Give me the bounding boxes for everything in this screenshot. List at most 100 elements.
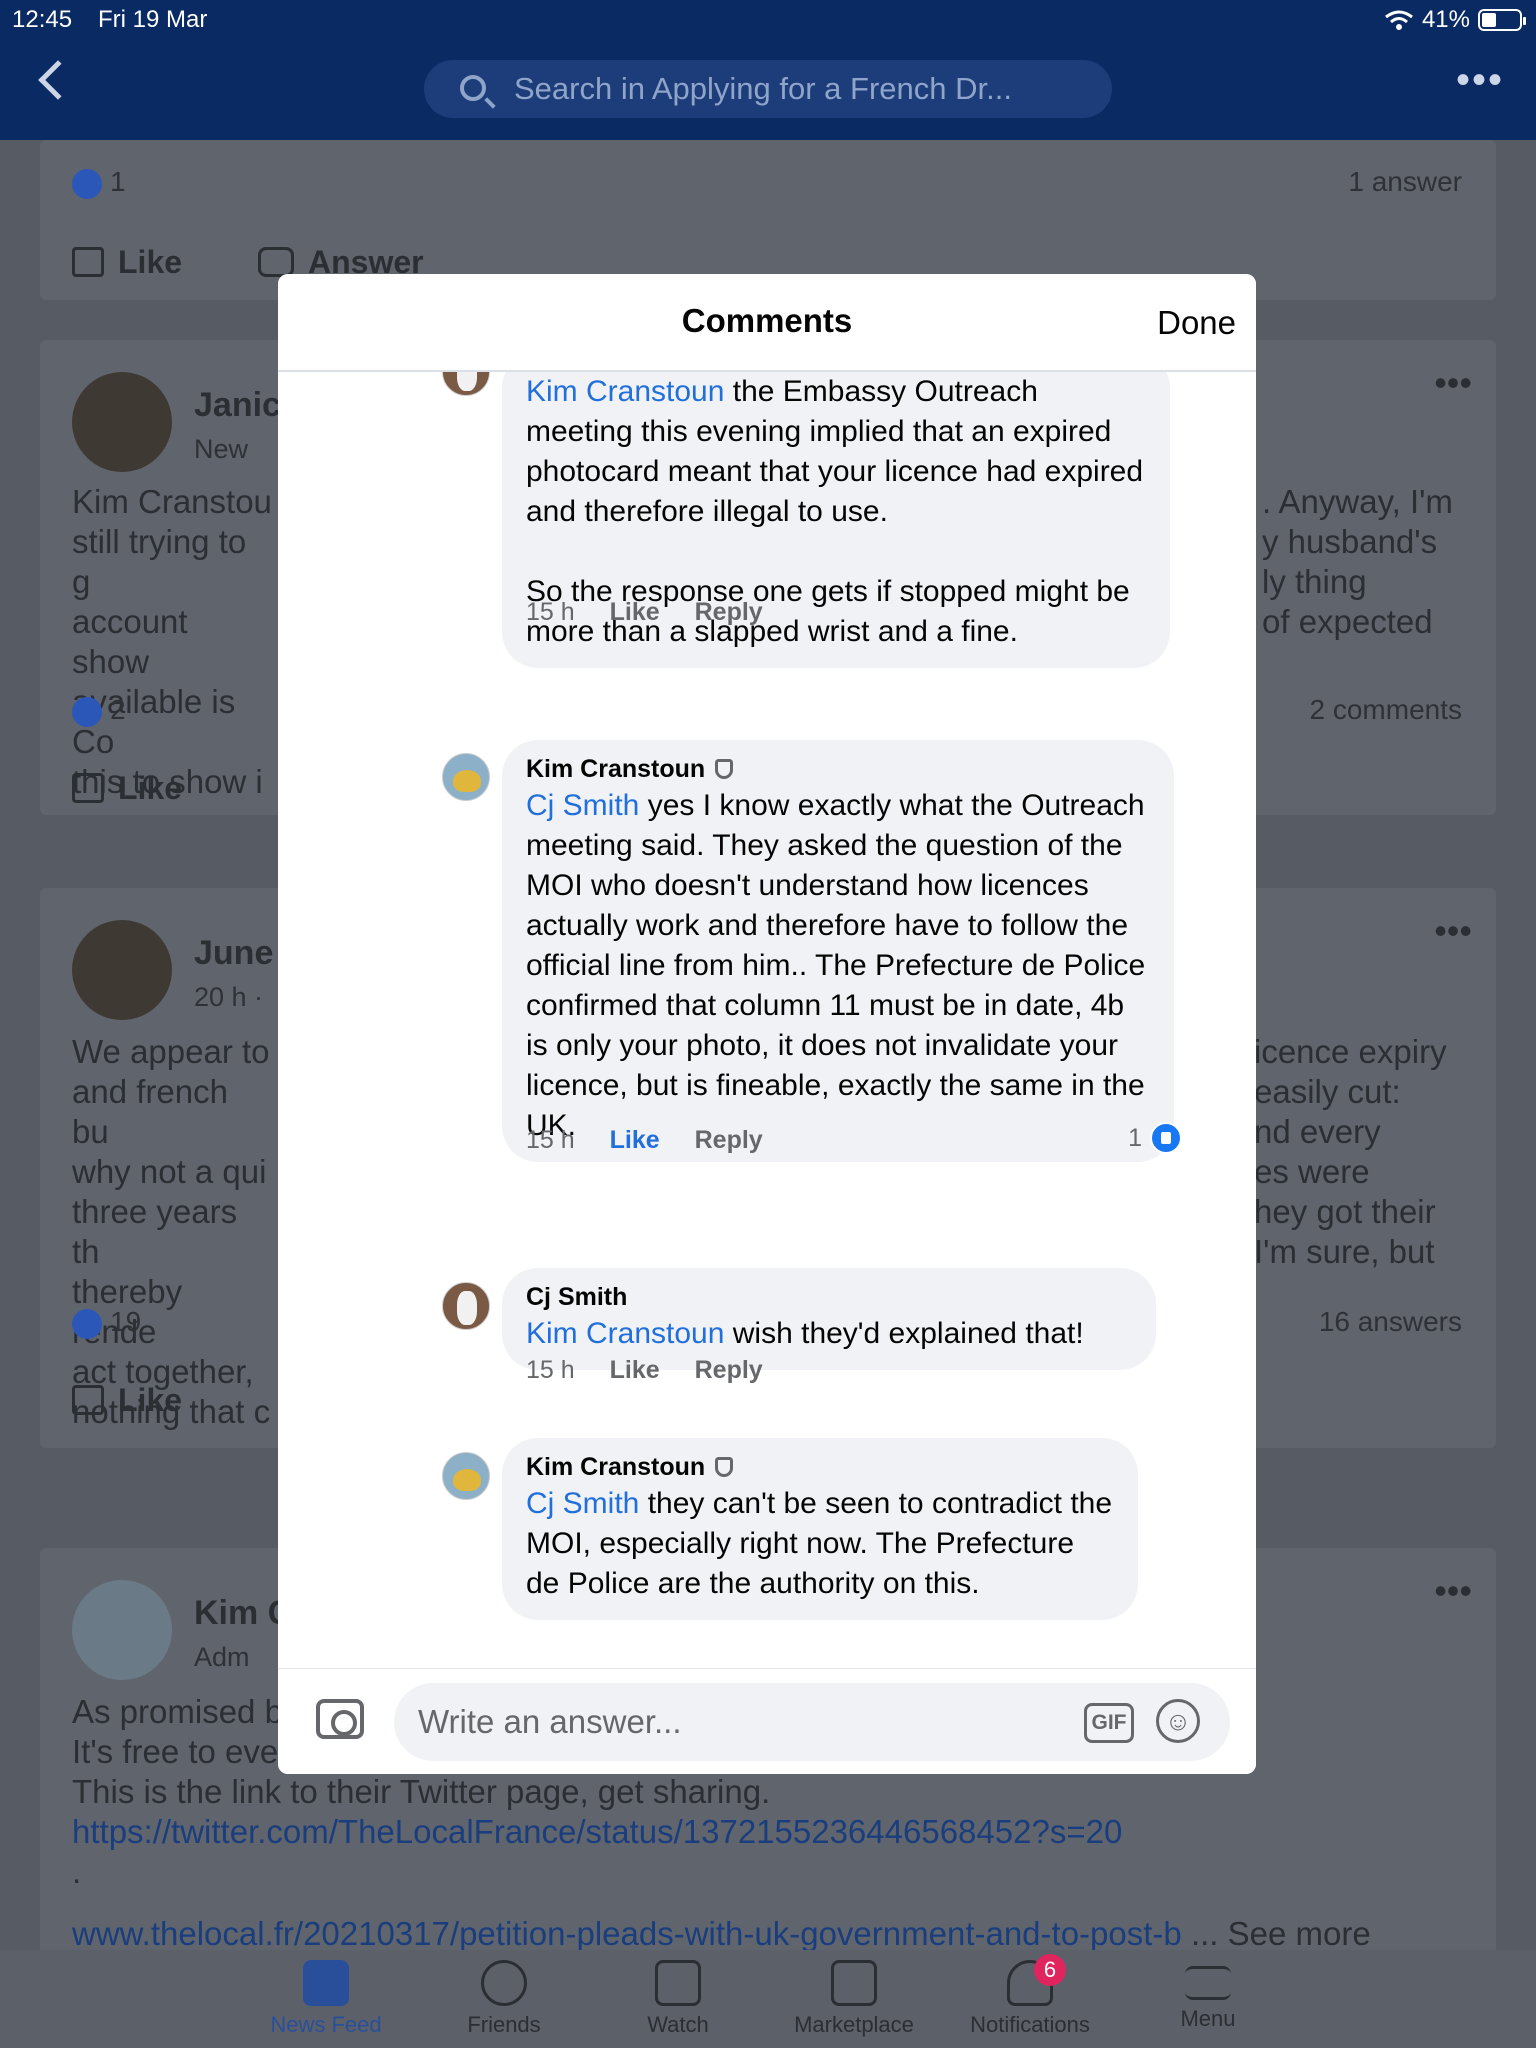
gif-button[interactable]: GIF bbox=[1084, 1703, 1134, 1743]
tab-notifications[interactable]: Notifications 6 bbox=[950, 1954, 1110, 2038]
modal-title: Comments bbox=[681, 302, 853, 339]
comment-bubble: Kim Cranstoun Cj Smith yes I know exactl… bbox=[502, 740, 1174, 1162]
thumbs-up-icon bbox=[72, 773, 104, 803]
speech-bubble-icon bbox=[258, 247, 294, 277]
bottom-tab-bar: News Feed Friends Watch Marketplace Noti… bbox=[0, 1950, 1536, 2048]
avatar bbox=[72, 372, 172, 472]
emoji-icon[interactable]: ☺ bbox=[1156, 1699, 1200, 1743]
like-count: 2 bbox=[110, 694, 126, 725]
mention-link[interactable]: Kim Cranstoun bbox=[526, 1317, 724, 1350]
status-date: Fri 19 Mar bbox=[98, 6, 208, 33]
marketplace-icon bbox=[831, 1960, 877, 2006]
admin-shield-icon bbox=[715, 759, 734, 779]
comment-actions: 15 h Like Reply bbox=[526, 1126, 791, 1155]
tab-menu[interactable]: Menu bbox=[1128, 1960, 1288, 2032]
like-button[interactable]: Like bbox=[72, 770, 182, 807]
post-text-left: We appear to and french bu why not a qui th… bbox=[72, 1033, 271, 1430]
more-options-icon[interactable]: ••• bbox=[1456, 60, 1504, 100]
like-reaction-icon bbox=[72, 1308, 102, 1339]
comment-time: 15 h bbox=[526, 598, 575, 626]
tab-friends[interactable]: Friends bbox=[424, 1960, 584, 2038]
author-name[interactable]: June bbox=[194, 934, 273, 973]
post-stats: 1 1 answer bbox=[72, 166, 1462, 199]
avatar bbox=[72, 920, 172, 1020]
twitter-link[interactable]: https://twitter.com/TheLocalFrance/statu… bbox=[72, 1812, 1456, 1852]
answer-count[interactable]: 1 answer bbox=[1348, 166, 1462, 199]
notification-badge: 6 bbox=[1034, 1954, 1066, 1986]
tab-watch[interactable]: Watch bbox=[598, 1960, 758, 2038]
comment-author[interactable]: Kim Cranstoun bbox=[526, 1453, 705, 1481]
comments-modal: Comments Done Kim Cranstoun the Embassy … bbox=[278, 274, 1256, 1774]
like-link[interactable]: Like bbox=[610, 598, 660, 626]
author-badge: New bbox=[194, 434, 249, 464]
post-more-icon[interactable]: ••• bbox=[1434, 362, 1472, 404]
search-placeholder: Search in Applying for a French Dr... bbox=[514, 71, 1012, 106]
post-more-icon[interactable]: ••• bbox=[1434, 910, 1472, 952]
mention-link[interactable]: Cj Smith bbox=[526, 1487, 639, 1520]
reply-link[interactable]: Reply bbox=[695, 1126, 763, 1154]
done-button[interactable]: Done bbox=[1157, 304, 1236, 342]
comment-time: 15 h bbox=[526, 1126, 575, 1154]
news-feed-icon bbox=[303, 1960, 349, 2006]
tab-news-feed[interactable]: News Feed bbox=[246, 1960, 406, 2038]
answer-composer: GIF ☺ bbox=[278, 1668, 1256, 1774]
admin-badge: Adm bbox=[194, 1642, 250, 1672]
like-link[interactable]: Like bbox=[610, 1126, 660, 1154]
status-bar: 12:45 Fri 19 Mar 41% bbox=[0, 0, 1536, 40]
answer-count[interactable]: 16 answers bbox=[1319, 1306, 1462, 1339]
answer-input[interactable] bbox=[418, 1697, 1058, 1747]
admin-shield-icon bbox=[715, 1457, 734, 1477]
like-button[interactable]: Like bbox=[72, 244, 182, 281]
like-count: 19 bbox=[110, 1306, 142, 1337]
post-text-right: icence expiry easily cut: nd every es were h… bbox=[1254, 1033, 1447, 1270]
comment-author[interactable]: Cj Smith bbox=[526, 1283, 627, 1311]
comment-text: wish they'd explained that! bbox=[724, 1317, 1084, 1350]
comment-bubble: Kim Cranstoun Cj Smith they can't be see… bbox=[502, 1438, 1138, 1620]
post-text-left: Kim Cranstou still trying to g account sho… bbox=[72, 483, 272, 800]
reply-link[interactable]: Reply bbox=[695, 1356, 763, 1384]
like-reaction-icon bbox=[1150, 1122, 1182, 1154]
tab-marketplace[interactable]: Marketplace bbox=[774, 1960, 934, 2038]
search-icon bbox=[460, 75, 486, 101]
battery-percent: 41% bbox=[1421, 6, 1470, 33]
top-header: 12:45 Fri 19 Mar 41% Search in Applying … bbox=[0, 0, 1536, 140]
reaction-count[interactable]: 1 bbox=[1128, 1122, 1182, 1154]
post-more-icon[interactable]: ••• bbox=[1434, 1570, 1472, 1612]
comment-count[interactable]: 2 comments bbox=[1310, 694, 1463, 727]
mention-link[interactable]: Kim Cranstoun bbox=[526, 375, 724, 408]
camera-icon[interactable] bbox=[316, 1699, 364, 1739]
article-link[interactable]: www.thelocal.fr/20210317/petition-pleads… bbox=[72, 1915, 1182, 1952]
comment-text: yes I know exactly what the Outreach mee… bbox=[526, 789, 1146, 1142]
wifi-icon bbox=[1385, 10, 1413, 30]
like-reaction-icon bbox=[72, 168, 102, 199]
like-count: 1 bbox=[110, 166, 126, 197]
comment-actions: 15 h Like Reply bbox=[526, 598, 791, 627]
watch-icon bbox=[655, 1960, 701, 2006]
author-name[interactable]: Janic bbox=[194, 386, 281, 425]
like-button[interactable]: Like bbox=[72, 1382, 182, 1419]
like-link[interactable]: Like bbox=[610, 1356, 660, 1384]
group-search-bar[interactable]: Search in Applying for a French Dr... bbox=[424, 60, 1112, 118]
mention-link[interactable]: Cj Smith bbox=[526, 789, 639, 822]
avatar bbox=[72, 1580, 172, 1680]
back-chevron-icon[interactable] bbox=[38, 60, 78, 100]
avatar[interactable] bbox=[442, 1282, 490, 1330]
avatar[interactable] bbox=[442, 372, 490, 396]
see-more-link[interactable]: ... See more bbox=[1191, 1915, 1371, 1952]
comment-actions: 15 h Like Reply bbox=[526, 1356, 791, 1385]
answer-input-container[interactable]: GIF ☺ bbox=[394, 1683, 1230, 1761]
thumbs-up-icon bbox=[72, 247, 104, 277]
status-right: 41% bbox=[1384, 6, 1526, 34]
battery-icon bbox=[1478, 9, 1526, 31]
comment-bubble: Cj Smith Kim Cranstoun wish they'd expla… bbox=[502, 1268, 1156, 1370]
avatar[interactable] bbox=[442, 753, 490, 801]
like-reaction-icon bbox=[72, 696, 102, 727]
comment-time: 15 h bbox=[526, 1356, 575, 1384]
avatar[interactable] bbox=[442, 1452, 490, 1500]
comment-thread[interactable]: Kim Cranstoun the Embassy Outreach meeti… bbox=[278, 372, 1256, 1668]
comment-author[interactable]: Kim Cranstoun bbox=[526, 755, 705, 783]
status-time: 12:45 bbox=[12, 6, 73, 33]
hamburger-menu-icon bbox=[1185, 1966, 1231, 2000]
modal-header: Comments Done bbox=[278, 274, 1256, 372]
reply-link[interactable]: Reply bbox=[695, 598, 763, 626]
